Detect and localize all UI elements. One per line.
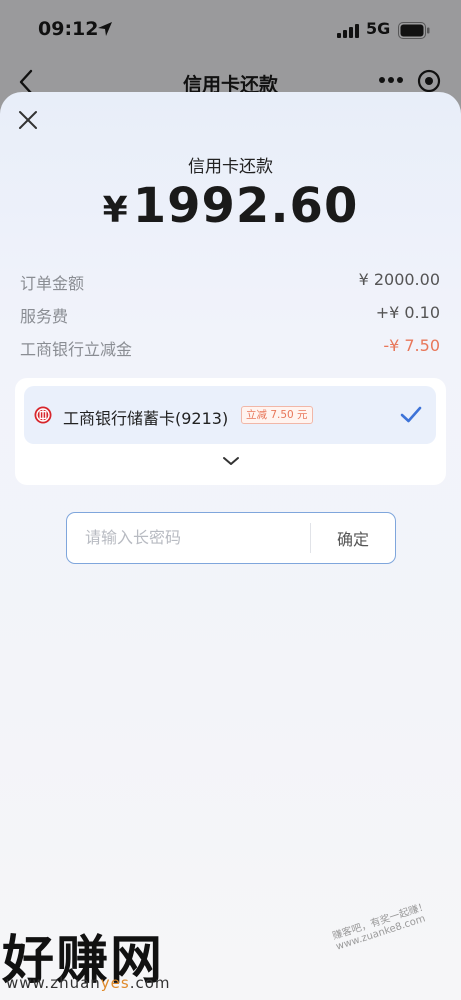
amount-value: 1992.60 xyxy=(132,178,359,234)
fee-value: -¥ 7.50 xyxy=(383,336,440,355)
fee-row-discount: 工商银行立减金 -¥ 7.50 xyxy=(20,336,440,360)
fee-row-service: 服务费 +¥ 0.10 xyxy=(20,303,440,327)
promo-badge: 立减 7.50 元 xyxy=(241,406,313,424)
chevron-down-icon[interactable] xyxy=(222,455,240,467)
payment-amount: ¥1992.60 xyxy=(0,178,461,234)
battery-icon xyxy=(398,22,430,39)
watermark-url-highlight: yes xyxy=(100,974,130,992)
currency-symbol: ¥ xyxy=(102,190,129,231)
more-icon[interactable] xyxy=(378,74,404,86)
card-name: 工商银行储蓄卡(9213) xyxy=(63,409,229,428)
payment-sheet: 信用卡还款 ¥1992.60 订单金额 ¥ 2000.00 服务费 +¥ 0.1… xyxy=(0,92,461,1000)
fee-label: 工商银行立减金 xyxy=(20,340,133,359)
fee-label: 订单金额 xyxy=(20,274,85,293)
payment-card-option[interactable]: 工商银行储蓄卡(9213) 立减 7.50 元 xyxy=(24,386,436,444)
confirm-button[interactable]: 确定 xyxy=(311,513,395,562)
sheet-title: 信用卡还款 xyxy=(188,157,273,177)
status-bar: 09:12 5G xyxy=(0,0,461,62)
fee-value: ¥ 2000.00 xyxy=(358,270,440,289)
watermark-url-suffix: .com xyxy=(129,974,171,992)
watermark-url-prefix: www.zhuan xyxy=(6,974,101,992)
icbc-logo-icon xyxy=(34,406,52,424)
payment-method-box: 工商银行储蓄卡(9213) 立减 7.50 元 xyxy=(15,378,446,485)
location-arrow-icon xyxy=(98,22,112,36)
status-time: 09:12 xyxy=(38,18,99,40)
fee-value: +¥ 0.10 xyxy=(375,303,440,322)
watermark-slogan: 赚客吧，有奖一起赚！ www.zuanke8.com xyxy=(331,900,430,953)
target-icon[interactable] xyxy=(417,69,441,93)
network-type: 5G xyxy=(366,19,391,38)
watermark-url: www.zhuanyes.com xyxy=(6,974,171,992)
close-icon[interactable] xyxy=(14,106,42,134)
check-icon xyxy=(400,406,422,423)
fee-row-order: 订单金额 ¥ 2000.00 xyxy=(20,270,440,294)
password-input[interactable] xyxy=(67,513,310,562)
password-box: 确定 xyxy=(66,512,396,564)
fee-label: 服务费 xyxy=(20,307,69,326)
signal-icon xyxy=(337,24,359,38)
